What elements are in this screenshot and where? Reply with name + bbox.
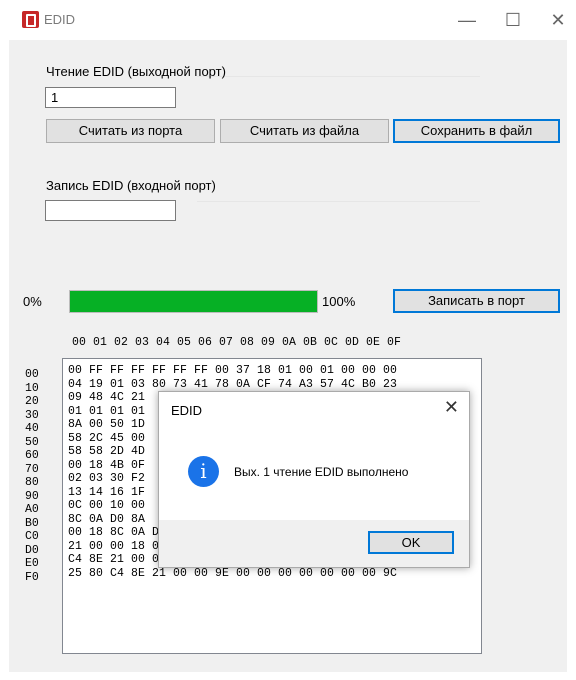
read-from-file-button[interactable]: Считать из файла — [220, 119, 389, 143]
hex-address: A0 — [25, 503, 39, 516]
hex-column-header: 00 01 02 03 04 05 06 07 08 09 0A 0B 0C 0… — [72, 336, 402, 349]
progress-max-label: 100% — [322, 294, 356, 309]
group-divider — [197, 76, 480, 77]
group-divider — [197, 201, 480, 202]
hex-row: 00 FF FF FF FF FF FF 00 37 18 01 00 01 0… — [68, 364, 398, 377]
hex-address: F0 — [25, 570, 39, 584]
write-to-port-button[interactable]: Записать в порт — [393, 289, 560, 313]
hex-address: E0 — [25, 557, 39, 570]
hex-address-column: 00 10 20 30 40 50 60 70 80 90 A0 B0 C0 D0 E0 F0 — [25, 368, 39, 584]
read-group-label: Чтение EDID (выходной порт) — [46, 64, 226, 79]
hex-address: 90 — [25, 489, 39, 503]
window-title: EDID — [44, 12, 76, 27]
app-icon — [22, 11, 39, 28]
read-port-input[interactable] — [45, 87, 176, 108]
hex-address: 60 — [25, 449, 39, 462]
read-from-port-button[interactable]: Считать из порта — [46, 119, 215, 143]
close-button[interactable]: ✕ — [540, 8, 576, 32]
info-icon: i — [188, 456, 219, 487]
dialog-message: Вых. 1 чтение EDID выполнено — [234, 465, 409, 479]
minimize-button[interactable]: — — [449, 8, 485, 32]
dialog-close-icon[interactable]: ✕ — [444, 397, 459, 418]
hex-address: D0 — [25, 543, 39, 557]
hex-address: 80 — [25, 476, 39, 489]
message-dialog: EDID ✕ i Вых. 1 чтение EDID выполнено OK — [158, 391, 470, 568]
hex-address: 70 — [25, 462, 39, 476]
dialog-title: EDID — [171, 403, 203, 418]
hex-address: 00 — [25, 368, 39, 381]
hex-address: 10 — [25, 381, 39, 395]
write-port-input[interactable] — [45, 200, 176, 221]
hex-address: C0 — [25, 530, 39, 543]
progress-min-label: 0% — [23, 294, 42, 309]
ok-button[interactable]: OK — [368, 531, 454, 554]
hex-row: 04 19 01 03 80 73 41 78 0A CF 74 A3 57 4… — [68, 377, 398, 391]
hex-address: 40 — [25, 422, 39, 435]
progress-fill — [70, 291, 317, 312]
hex-row: 25 80 C4 8E 21 00 00 9E 00 00 00 00 00 0… — [68, 566, 398, 580]
save-to-file-button[interactable]: Сохранить в файл — [393, 119, 560, 143]
dialog-footer: OK — [159, 520, 469, 567]
hex-address: 50 — [25, 435, 39, 449]
progress-bar — [69, 290, 318, 313]
title-bar: EDID — ☐ ✕ — [0, 0, 576, 40]
write-group-label: Запись EDID (входной порт) — [46, 178, 216, 193]
maximize-button[interactable]: ☐ — [495, 8, 531, 32]
hex-address: 20 — [25, 395, 39, 408]
hex-address: 30 — [25, 408, 39, 422]
hex-address: B0 — [25, 516, 39, 530]
